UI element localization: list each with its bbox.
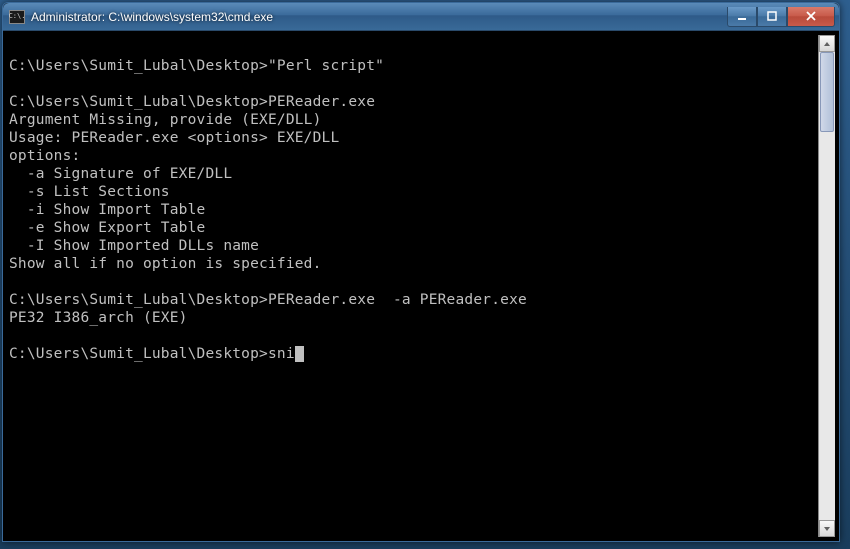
maximize-button[interactable] (757, 7, 787, 27)
chevron-up-icon (823, 41, 831, 47)
scroll-up-button[interactable] (819, 35, 835, 52)
terminal-output[interactable]: C:\Users\Sumit_Lubal\Desktop>"Perl scrip… (7, 35, 818, 537)
window-title: Administrator: C:\windows\system32\cmd.e… (31, 10, 727, 24)
minimize-icon (736, 10, 748, 22)
text-cursor (295, 346, 304, 362)
close-icon (805, 10, 817, 22)
chevron-down-icon (823, 526, 831, 532)
vertical-scrollbar[interactable] (818, 35, 835, 537)
close-button[interactable] (787, 7, 835, 27)
maximize-icon (766, 10, 778, 22)
minimize-button[interactable] (727, 7, 757, 27)
cmd-icon-label: C:\. (9, 13, 26, 20)
scroll-thumb[interactable] (820, 52, 834, 132)
window-controls (727, 7, 835, 27)
content-area: C:\Users\Sumit_Lubal\Desktop>"Perl scrip… (3, 31, 839, 541)
scroll-down-button[interactable] (819, 520, 835, 537)
scroll-track[interactable] (819, 52, 835, 520)
titlebar[interactable]: C:\. Administrator: C:\windows\system32\… (3, 3, 839, 31)
cmd-window: C:\. Administrator: C:\windows\system32\… (2, 2, 840, 542)
cmd-icon: C:\. (9, 10, 25, 24)
